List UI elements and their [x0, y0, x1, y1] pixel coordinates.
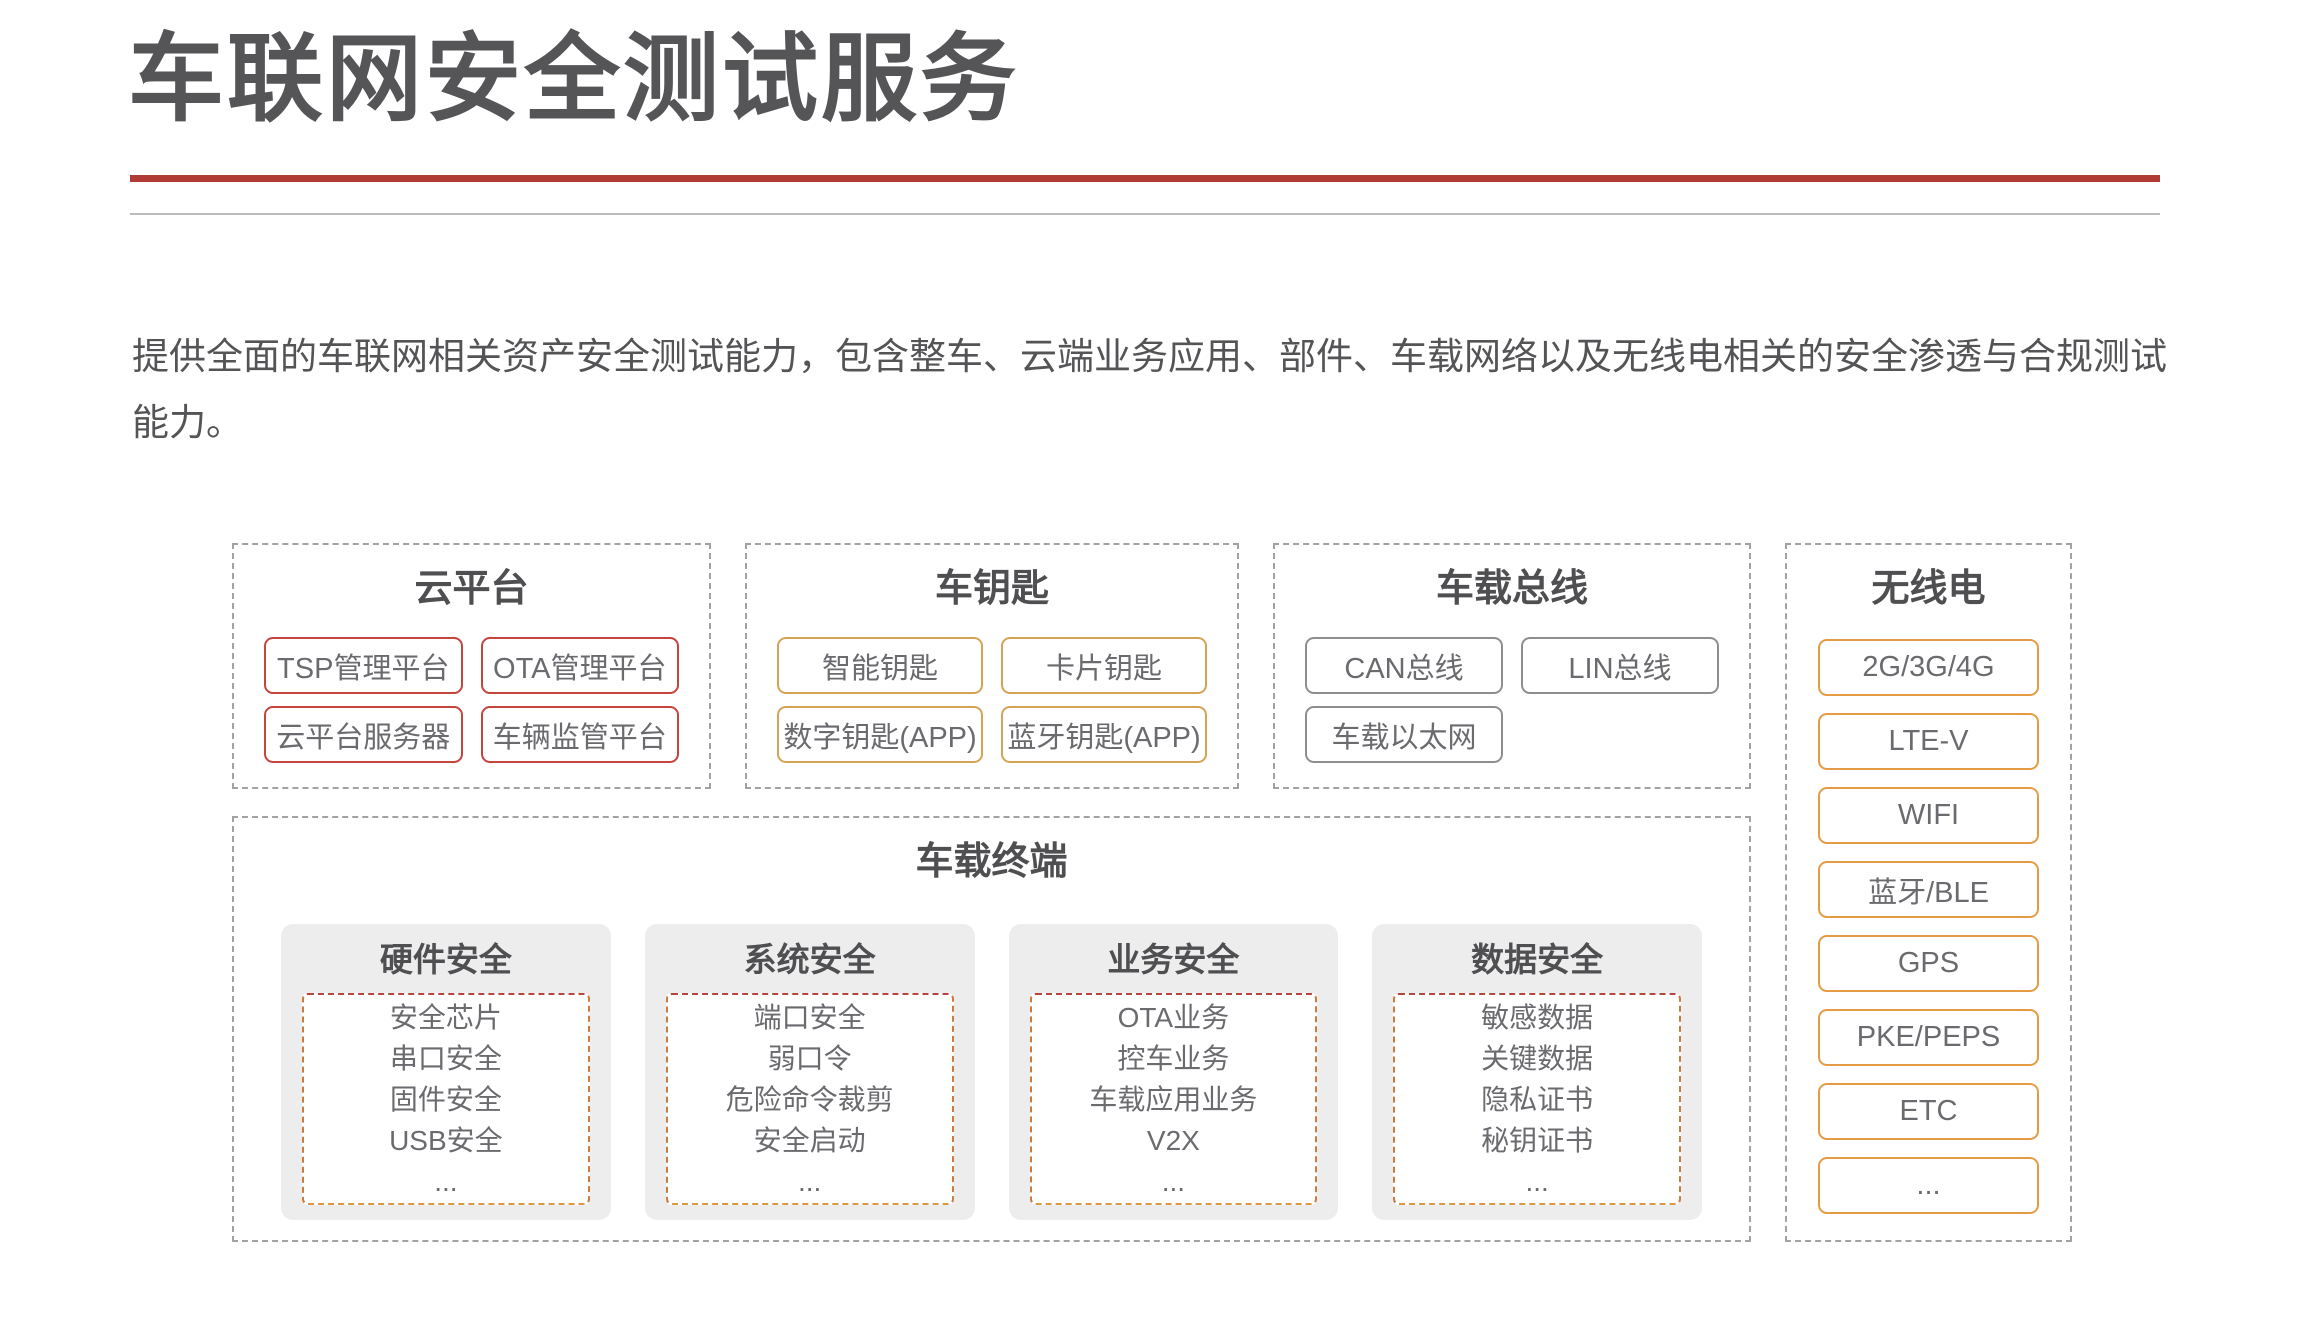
page-title: 车联网安全测试服务	[128, 18, 1019, 142]
card-list-item: 危险命令裁剪	[726, 1079, 894, 1120]
card-list-item: USB安全	[389, 1120, 503, 1161]
group-cloud-title: 云平台	[234, 567, 709, 611]
card-data-security-title: 数据安全	[1393, 940, 1681, 980]
group-radio-items: 2G/3G/4G LTE-V WIFI 蓝牙/BLE GPS PKE/PEPS ETC...	[1818, 639, 2039, 1214]
card-list-item: 串口安全	[390, 1038, 502, 1079]
card-business-security-items: OTA业务控车业务车载应用业务V2X...	[1030, 993, 1318, 1205]
group-cloud-platform: 云平台 TSP管理平台 OTA管理平台云平台服务器车辆监管平台	[232, 543, 711, 789]
terminal-cards: 硬件安全 安全芯片串口安全固件安全USB安全... 系统安全 端口安全弱口令危险…	[281, 924, 1702, 1220]
diagram-item-box: OTA管理平台	[481, 637, 680, 694]
card-hardware-security: 硬件安全 安全芯片串口安全固件安全USB安全...	[281, 924, 611, 1220]
diagram-item-box: 智能钥匙	[777, 637, 983, 694]
card-hardware-security-title: 硬件安全	[302, 940, 590, 980]
card-list-item: 安全启动	[754, 1120, 866, 1161]
diagram-item-box: 蓝牙钥匙(APP)	[1001, 706, 1207, 763]
group-car-key: 车钥匙 智能钥匙卡片钥匙数字钥匙(APP) 蓝牙钥匙(APP)	[745, 543, 1239, 789]
diagram-item-box: 蓝牙/BLE	[1818, 861, 2039, 918]
card-list-item: 秘钥证书	[1481, 1120, 1593, 1161]
card-list-item: ...	[1162, 1161, 1185, 1202]
group-vehicle-terminal-title: 车载终端	[234, 840, 1749, 884]
card-list-item: ...	[798, 1161, 821, 1202]
card-data-security: 数据安全 敏感数据关键数据隐私证书秘钥证书...	[1372, 924, 1702, 1220]
card-list-item: ...	[434, 1161, 457, 1202]
card-business-security-title: 业务安全	[1030, 940, 1318, 980]
group-car-key-items: 智能钥匙卡片钥匙数字钥匙(APP) 蓝牙钥匙(APP)	[777, 637, 1207, 763]
card-list-item: V2X	[1147, 1120, 1200, 1161]
group-vehicle-bus-items: CAN总线 LIN总线车载以太网	[1305, 637, 1719, 763]
card-list-item: 控车业务	[1117, 1038, 1229, 1079]
group-car-key-title: 车钥匙	[747, 567, 1237, 611]
card-list-item: OTA业务	[1118, 997, 1229, 1038]
card-list-item: 固件安全	[390, 1079, 502, 1120]
diagram-item-box: 数字钥匙(APP)	[777, 706, 983, 763]
card-list-item: 敏感数据	[1481, 997, 1593, 1038]
diagram-item-box: 车载以太网	[1305, 706, 1503, 763]
iov-security-diagram: 云平台 TSP管理平台 OTA管理平台云平台服务器车辆监管平台 车钥匙 智能钥匙卡…	[232, 543, 2073, 1242]
group-radio: 无线电 2G/3G/4G LTE-V WIFI 蓝牙/BLE GPS PKE/PEPS ET…	[1785, 543, 2072, 1242]
card-list-item: 端口安全	[754, 997, 866, 1038]
group-radio-title: 无线电	[1787, 567, 2070, 611]
diagram-item-box: WIFI	[1818, 787, 2039, 844]
card-list-item: ...	[1525, 1161, 1548, 1202]
card-business-security: 业务安全 OTA业务控车业务车载应用业务V2X...	[1009, 924, 1339, 1220]
title-accent-rule	[130, 175, 2160, 182]
card-hardware-security-items: 安全芯片串口安全固件安全USB安全...	[302, 993, 590, 1205]
group-cloud-items: TSP管理平台 OTA管理平台云平台服务器车辆监管平台	[264, 637, 679, 763]
card-list-item: 车载应用业务	[1089, 1079, 1257, 1120]
card-list-item: 安全芯片	[390, 997, 502, 1038]
diagram-item-box: 云平台服务器	[264, 706, 463, 763]
diagram-item-box: ETC	[1818, 1083, 2039, 1140]
diagram-item-box: CAN总线	[1305, 637, 1503, 694]
diagram-item-box: LIN总线	[1521, 637, 1719, 694]
card-data-security-items: 敏感数据关键数据隐私证书秘钥证书...	[1393, 993, 1681, 1205]
card-list-item: 弱口令	[768, 1038, 852, 1079]
group-vehicle-bus: 车载总线 CAN总线 LIN总线车载以太网	[1273, 543, 1751, 789]
diagram-item-box: 2G/3G/4G	[1818, 639, 2039, 696]
diagram-item-box: 车辆监管平台	[481, 706, 680, 763]
diagram-item-box: 卡片钥匙	[1001, 637, 1207, 694]
header-divider	[130, 213, 2160, 215]
diagram-item-box: ...	[1818, 1157, 2039, 1214]
card-list-item: 关键数据	[1481, 1038, 1593, 1079]
diagram-item-box: TSP管理平台	[264, 637, 463, 694]
group-vehicle-bus-title: 车载总线	[1275, 567, 1749, 611]
diagram-item-box: GPS	[1818, 935, 2039, 992]
card-system-security: 系统安全 端口安全弱口令危险命令裁剪安全启动...	[645, 924, 975, 1220]
card-system-security-title: 系统安全	[666, 940, 954, 980]
card-system-security-items: 端口安全弱口令危险命令裁剪安全启动...	[666, 993, 954, 1205]
card-list-item: 隐私证书	[1481, 1079, 1593, 1120]
diagram-item-box: PKE/PEPS	[1818, 1009, 2039, 1066]
diagram-item-box: LTE-V	[1818, 713, 2039, 770]
intro-paragraph: 提供全面的车联网相关资产安全测试能力，包含整车、云端业务应用、部件、车载网络以及…	[132, 324, 2174, 456]
group-vehicle-terminal: 车载终端 硬件安全 安全芯片串口安全固件安全USB安全... 系统安全 端口安全…	[232, 816, 1751, 1242]
